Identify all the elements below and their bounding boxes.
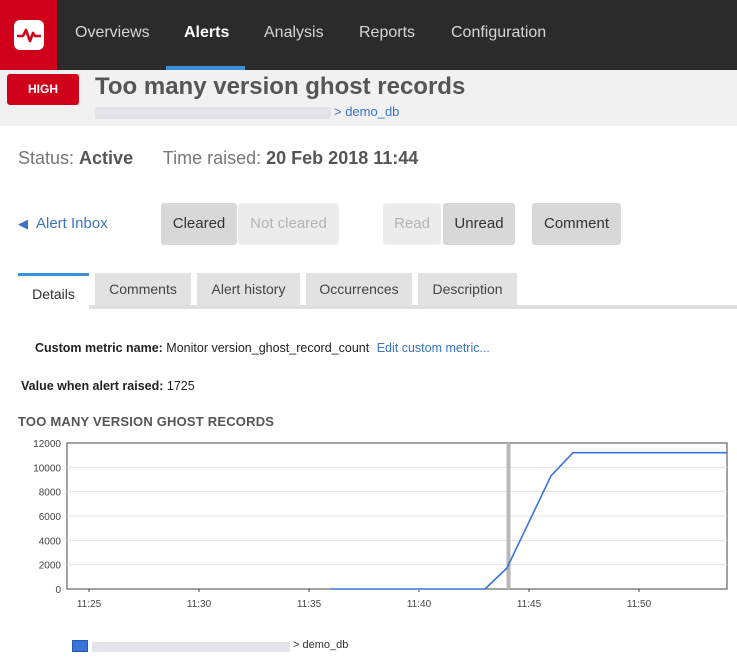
- y-tick-label: 10000: [33, 463, 61, 474]
- tab-description[interactable]: Description: [418, 273, 517, 306]
- top-nav: Overviews Alerts Analysis Reports Config…: [0, 0, 737, 70]
- tab-details[interactable]: Details: [18, 273, 89, 309]
- tab-occurrences[interactable]: Occurrences: [306, 273, 412, 306]
- heartbeat-icon: [13, 20, 44, 50]
- value-when-raised-label: Value when alert raised:: [21, 379, 164, 393]
- status-line: Status: Active Time raised: 20 Feb 2018 …: [18, 148, 418, 169]
- server-path-link[interactable]: > demo_db: [334, 104, 399, 119]
- alert-title: Too many version ghost records: [95, 73, 466, 100]
- custom-metric-label: Custom metric name:: [35, 341, 163, 355]
- read-button[interactable]: Read: [383, 203, 441, 245]
- series-point: [572, 451, 574, 454]
- arrow-left-icon: ◀: [18, 215, 28, 231]
- series-point: [506, 567, 508, 569]
- value-when-raised-line: Value when alert raised: 1725: [21, 379, 195, 393]
- nav-reports[interactable]: Reports: [359, 0, 415, 70]
- comment-button[interactable]: Comment: [532, 203, 621, 245]
- alert-header: HIGH Too many version ghost records > de…: [0, 70, 737, 126]
- legend-server-redacted: [92, 642, 290, 652]
- unread-button[interactable]: Unread: [443, 203, 515, 245]
- series-point: [330, 588, 332, 590]
- x-tick-label: 11:30: [187, 599, 212, 610]
- tab-alert-history[interactable]: Alert history: [197, 273, 300, 306]
- not-cleared-button[interactable]: Not cleared: [238, 203, 339, 245]
- status-label: Status:: [18, 148, 75, 168]
- server-name-redacted: [95, 107, 331, 119]
- time-raised-label: Time raised:: [162, 148, 262, 168]
- y-tick-label: 12000: [33, 439, 61, 450]
- cleared-button[interactable]: Cleared: [161, 203, 237, 245]
- x-tick-label: 11:40: [407, 599, 432, 610]
- alert-inbox-label: Alert Inbox: [36, 215, 108, 232]
- custom-metric-value: Monitor version_ghost_record_count: [166, 341, 370, 355]
- nav-overviews[interactable]: Overviews: [75, 0, 150, 70]
- x-tick-label: 11:25: [77, 599, 102, 610]
- nav-alerts[interactable]: Alerts: [184, 0, 229, 70]
- edit-custom-metric-link[interactable]: Edit custom metric...: [377, 341, 490, 355]
- x-tick-label: 11:45: [517, 599, 542, 610]
- y-tick-label: 2000: [39, 561, 62, 572]
- series-point: [726, 451, 728, 454]
- nav-configuration[interactable]: Configuration: [451, 0, 546, 70]
- y-tick-label: 4000: [39, 536, 62, 547]
- tab-comments[interactable]: Comments: [95, 273, 191, 306]
- x-tick-label: 11:35: [297, 599, 322, 610]
- legend-swatch[interactable]: [72, 640, 88, 652]
- y-tick-label: 6000: [39, 512, 62, 523]
- status-value: Active: [79, 148, 134, 168]
- app-logo[interactable]: [0, 0, 57, 70]
- time-raised-value: 20 Feb 2018 11:44: [266, 148, 419, 168]
- severity-badge: HIGH: [7, 74, 79, 105]
- series-point: [484, 588, 486, 590]
- y-tick-label: 8000: [39, 488, 62, 499]
- value-when-raised: 1725: [166, 379, 195, 393]
- alert-inbox-link[interactable]: ◀ Alert Inbox: [18, 215, 108, 232]
- series-point: [550, 475, 552, 477]
- chart-title: TOO MANY VERSION GHOST RECORDS: [18, 414, 275, 429]
- metric-chart: 0 2000 4000 6000 8000 10000 12000 11:25 11:30 11:…: [33, 439, 728, 610]
- y-tick-label: 0: [55, 585, 61, 596]
- x-tick-label: 11:50: [627, 599, 652, 610]
- nav-analysis[interactable]: Analysis: [264, 0, 324, 70]
- legend-label: > demo_db: [293, 639, 349, 651]
- custom-metric-line: Custom metric name: Monitor version_ghos…: [35, 341, 490, 355]
